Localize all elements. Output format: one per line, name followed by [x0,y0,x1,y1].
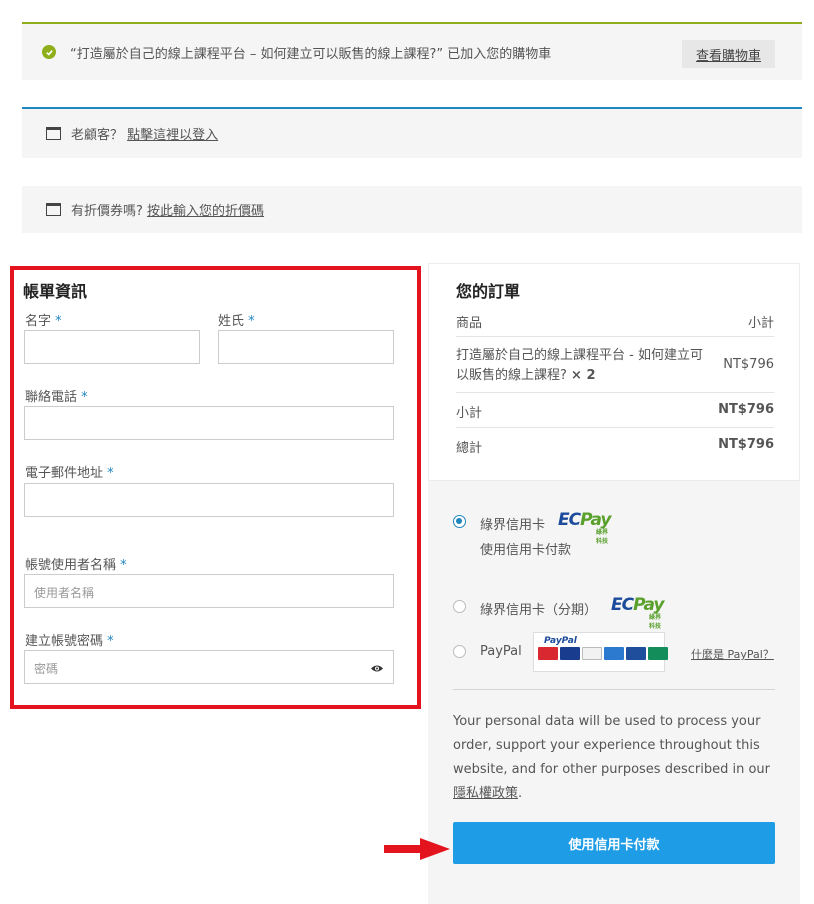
ecpay-logo: ECPay 綠界科技 [611,595,665,630]
arrow-right-icon [384,838,450,860]
privacy-policy-link[interactable]: 隱私權政策 [453,786,518,801]
coupon-link[interactable]: 按此輸入您的折價碼 [147,204,264,219]
password-placeholder: 密碼 [34,662,59,676]
coupon-text: 有折價券嗎? 按此輸入您的折價碼 [71,204,265,219]
subtotal-value: NT$796 [718,402,774,417]
billing-title: 帳單資訊 [23,282,88,301]
order-item-row: 打造屬於自己的線上課程平台 - 如何建立可 以販售的線上課程? × 2 NT$7… [456,337,774,393]
first-name-label: 名字 * [25,314,62,329]
total-label: 總計 [456,441,483,456]
cart-added-message: “打造屬於自己的線上課程平台 – 如何建立可以販售的線上課程?” 已加入您的購物… [70,46,552,62]
first-name-input[interactable] [24,330,200,364]
login-link[interactable]: 點擊這裡以登入 [127,128,218,143]
subtotal-label: 小計 [456,406,483,421]
phone-input[interactable] [24,406,394,440]
window-icon [46,127,61,140]
payment-radio-installment[interactable] [453,600,466,613]
payment-radio-paypal[interactable] [453,645,466,658]
eye-icon[interactable] [370,664,384,673]
order-table-header: 商品 小計 [456,312,774,337]
view-cart-button[interactable]: 查看購物車 [681,40,775,68]
window-icon [46,203,61,216]
order-item-qty: × 2 [571,368,596,383]
last-name-input[interactable] [218,330,394,364]
place-order-button[interactable]: 使用信用卡付款 [453,822,775,864]
visa-icon [560,647,580,660]
returning-customer-notice: 老顧客？ 點擊這裡以登入 [22,107,802,158]
email-input[interactable] [24,483,394,517]
order-title: 您的訂單 [456,282,521,301]
password-label: 建立帳號密碼 * [25,634,114,649]
username-label: 帳號使用者名稱 * [25,558,127,573]
username-placeholder: 使用者名稱 [34,586,95,600]
jcb-icon [626,647,646,660]
whats-paypal-link[interactable]: 什麼是 PayPal？ [691,646,774,662]
unionpay-icon [648,647,668,660]
order-total-row: 總計 NT$796 [456,428,774,463]
payment-label-credit[interactable]: 綠界信用卡 [480,514,545,533]
payment-divider [453,689,775,690]
cart-added-notice: “打造屬於自己的線上課程平台 – 如何建立可以販售的線上課程?” 已加入您的購物… [22,22,802,80]
order-item-price: NT$796 [723,357,774,372]
payment-label-installment[interactable]: 綠界信用卡（分期） [480,599,597,618]
last-name-label: 姓氏 * [218,314,255,329]
mastercard-icon [538,647,558,660]
order-subtotal-row: 小計 NT$796 [456,393,774,428]
returning-customer-text: 老顧客？ 點擊這裡以登入 [71,128,219,143]
col-product: 商品 [456,316,483,331]
phone-label: 聯絡電話 * [25,390,88,405]
payment-credit-description: 使用信用卡付款 [480,543,572,558]
coupon-notice: 有折價券嗎? 按此輸入您的折價碼 [22,186,802,233]
ecpay-logo: ECPay 綠界科技 [558,510,612,545]
password-input[interactable]: 密碼 [24,650,394,684]
privacy-notice: Your personal data will be used to proce… [453,714,770,801]
amex-icon [604,647,624,660]
username-input[interactable]: 使用者名稱 [24,574,394,608]
email-label: 電子郵件地址 * [25,466,114,481]
payment-radio-credit[interactable] [453,515,466,528]
total-value: NT$796 [718,437,774,452]
check-circle-icon [42,45,56,59]
discover-icon [582,647,602,660]
order-item-name: 打造屬於自己的線上課程平台 - 如何建立可 以販售的線上課程? × 2 [456,348,703,383]
payment-label-paypal[interactable]: PayPal [480,644,522,659]
col-subtotal: 小計 [747,316,774,331]
paypal-cards-logo: PayPal [533,632,668,672]
